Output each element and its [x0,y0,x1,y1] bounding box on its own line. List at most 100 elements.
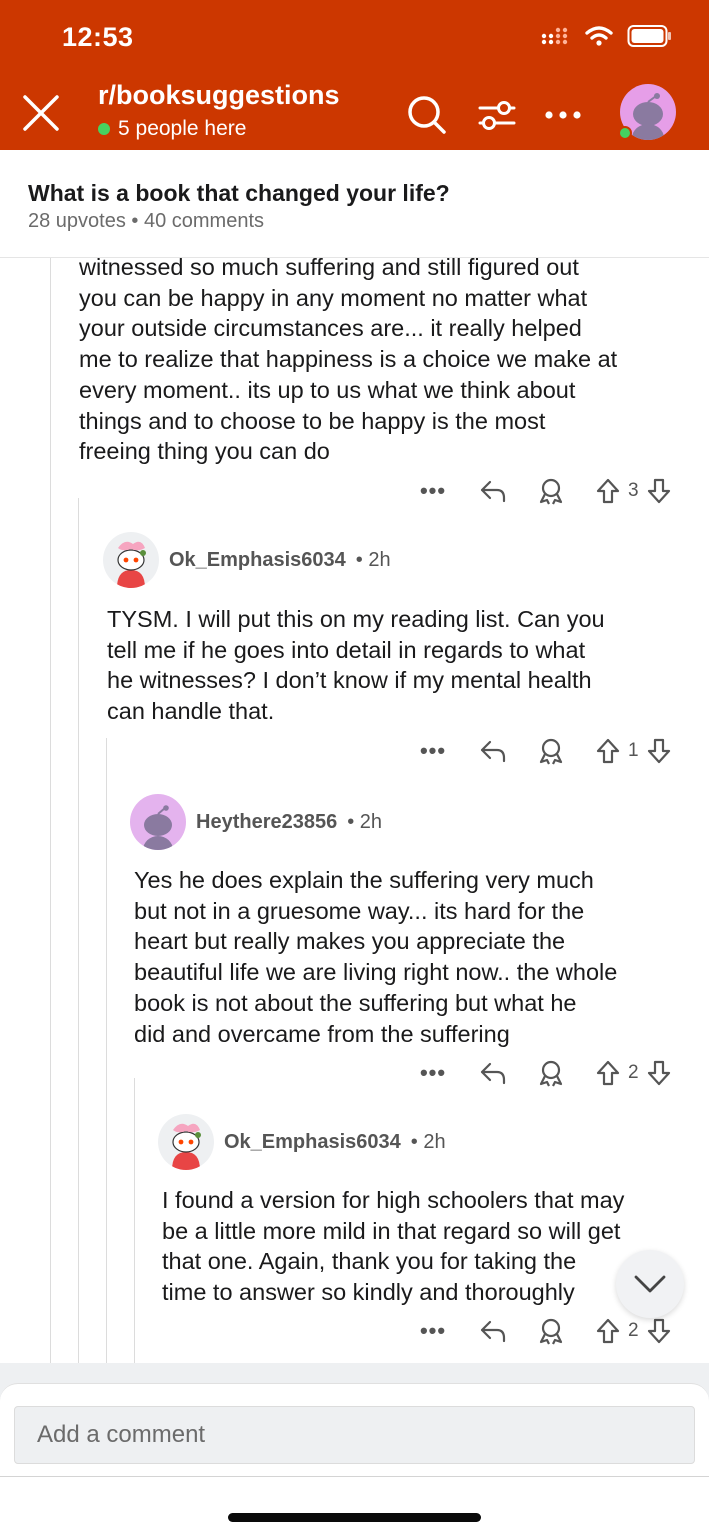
author-name[interactable]: Ok_Emphasis6034 [224,1131,401,1154]
comment-line: your outside circumstances are... it rea… [79,315,582,342]
thread-line [134,1078,135,1363]
online-dot-icon [98,123,110,135]
wifi-icon [585,26,613,46]
comment-more-button[interactable]: ••• [418,1060,448,1086]
author-name[interactable]: Heythere23856 [196,811,337,834]
comment-thread: witnessed so much suffering and still fi… [0,258,709,1363]
upvote-button[interactable] [594,1316,622,1346]
avatar[interactable] [158,1114,214,1170]
comment-more-button[interactable]: ••• [418,738,448,764]
comment-body: TYSM. I will put this on my reading list… [107,604,605,727]
comment-line: heart but really makes you appreciate th… [134,928,566,955]
vote-count: 3 [628,480,639,501]
award-button[interactable] [536,476,566,506]
avatar-online-dot-icon [618,126,632,140]
comment-author-row[interactable]: Heythere23856 • 2h [130,794,382,850]
reply-button[interactable] [478,736,508,766]
downvote-button[interactable] [645,736,673,766]
avatar[interactable] [130,794,186,850]
upvote-button[interactable] [594,476,622,506]
reply-button[interactable] [478,1316,508,1346]
upvote-icon [596,1060,620,1086]
comment-more-button[interactable]: ••• [418,1318,448,1344]
close-icon [23,95,59,131]
snoo-avatar-icon [172,1123,201,1170]
home-indicator[interactable] [228,1513,481,1522]
thread-line [78,498,79,1363]
thread-line [50,258,51,1363]
filter-button[interactable] [474,92,520,138]
upvote-button[interactable] [594,736,622,766]
downvote-button[interactable] [645,1058,673,1088]
search-button[interactable] [404,92,450,138]
downvote-icon [647,738,670,764]
award-icon [539,738,563,765]
vote-count: 2 [628,1062,639,1083]
comment-line: you can be happy in any moment no matter… [79,284,588,311]
battery-icon [627,25,671,47]
post-header[interactable]: What is a book that changed your life? 2… [0,150,709,258]
downvote-button[interactable] [645,1316,673,1346]
comment-actions: ••• 2 [418,1058,673,1088]
award-button[interactable] [536,736,566,766]
status-time: 12:53 [62,22,134,52]
close-button[interactable] [20,92,62,134]
award-button[interactable] [536,1058,566,1088]
comment-line: did and overcame from the suffering [134,1020,510,1047]
reply-button[interactable] [478,1058,508,1088]
more-options-button[interactable] [540,92,586,138]
divider [0,1476,709,1477]
more-icon [545,111,581,119]
author-name[interactable]: Ok_Emphasis6034 [169,549,346,572]
subreddit-name[interactable]: r/booksuggestions [98,80,340,111]
comment-time: • 2h [410,1130,446,1153]
post-title[interactable]: What is a book that changed your life? [28,180,450,207]
comment-line: time to answer so kindly and thoroughly [162,1279,575,1306]
vote-count: 2 [628,1320,639,1341]
award-icon [539,1318,563,1345]
reply-icon [480,480,506,503]
comment-line: TYSM. I will put this on my reading list… [107,606,605,632]
reply-icon [480,1062,506,1085]
search-icon [408,96,446,134]
comment-author-row[interactable]: Ok_Emphasis6034 • 2h [103,532,391,588]
reply-button[interactable] [478,476,508,506]
comment-line: freeing thing you can do [79,438,330,465]
comment-line: he witnesses? I don’t know if my mental … [107,667,592,694]
avatar[interactable] [103,532,159,588]
award-icon [539,478,563,505]
comment-actions: ••• 1 [418,736,673,766]
downvote-button[interactable] [645,476,673,506]
signal-icon [541,27,568,45]
comment-actions: ••• 3 [418,476,673,506]
comment-more-button[interactable]: ••• [418,478,448,504]
scroll-down-button[interactable] [616,1250,684,1318]
top-bar: 12:53 r/booksuggestions 5 people here [0,0,709,150]
award-button[interactable] [536,1316,566,1346]
comment-line: Yes he does explain the suffering very m… [134,867,594,893]
award-icon [539,1060,563,1087]
add-comment-input[interactable] [14,1406,695,1464]
comment-line: things and to choose to be happy is the … [79,407,546,434]
comment-author-row[interactable]: Ok_Emphasis6034 • 2h [158,1114,446,1170]
upvote-icon [596,478,620,504]
comment-line: beautiful life we are living right now..… [134,959,618,986]
comment-line: can handle that. [107,698,275,725]
comment-line: that one. Again, thank you for taking th… [162,1248,577,1275]
comment-line: every moment.. its up to us what we thin… [79,376,576,403]
upvote-button[interactable] [594,1058,622,1088]
post-meta: 28 upvotes • 40 comments [28,210,265,232]
reply-icon [480,740,506,763]
comment-line: tell me if he goes into detail in regard… [107,636,586,663]
comment-actions: ••• 2 [418,1316,673,1346]
vote-count: 1 [628,740,639,761]
comment-line: book is not about the suffering but what… [134,989,577,1016]
comment-time: • 2h [347,810,383,833]
downvote-icon [647,1318,670,1344]
presence-indicator: 5 people here [98,117,246,141]
snoo-avatar-icon [117,541,146,588]
filter-icon [478,101,516,130]
comment-line: me to realize that happiness is a choice… [79,346,618,373]
presence-text: 5 people here [118,117,247,140]
comment-line: but not in a gruesome way... its hard fo… [134,897,585,924]
